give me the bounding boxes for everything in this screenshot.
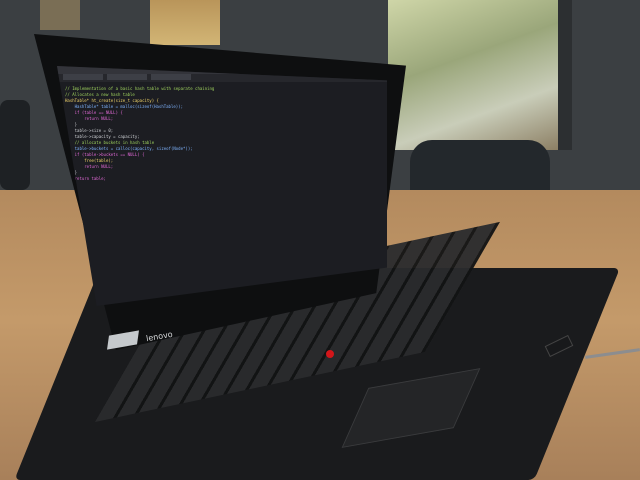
- office-chair: [0, 100, 30, 190]
- trackpoint: [326, 350, 334, 358]
- editor-tab: [107, 74, 147, 80]
- window: [150, 0, 220, 45]
- window: [40, 0, 80, 30]
- editor-tab: [63, 74, 103, 80]
- laptop-screen: // Implementation of a basic hash table …: [57, 66, 387, 306]
- code-line: }: [65, 182, 379, 188]
- photo-scene: // Implementation of a basic hash table …: [0, 0, 640, 480]
- editor-tab: [151, 74, 191, 80]
- code-editor: // Implementation of a basic hash table …: [57, 82, 387, 192]
- window: [388, 0, 572, 150]
